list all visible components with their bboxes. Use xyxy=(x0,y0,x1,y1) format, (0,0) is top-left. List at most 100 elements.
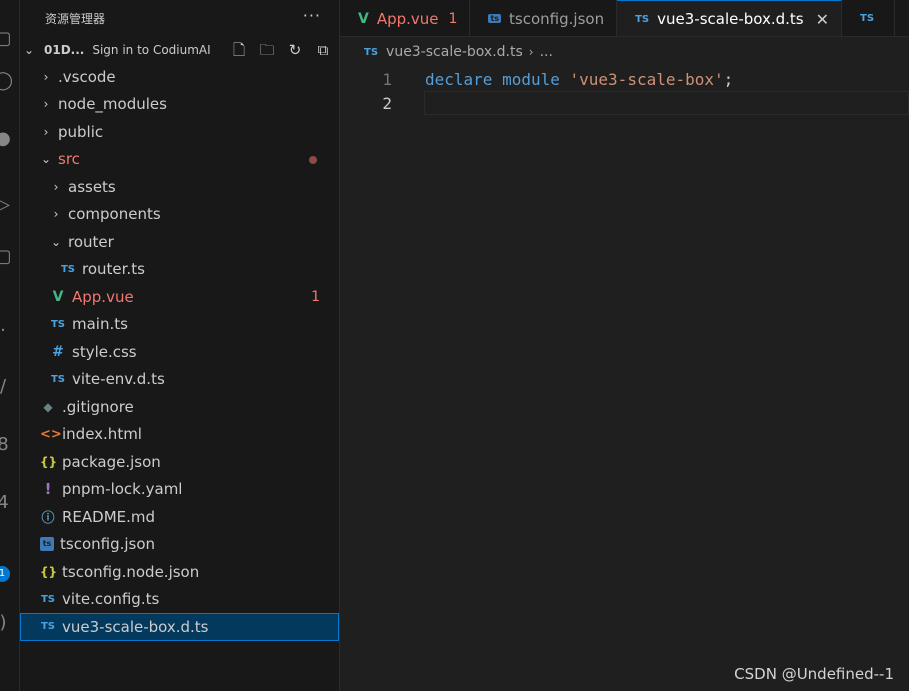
tree-item-label: tsconfig.json xyxy=(60,535,156,554)
tab-label: tsconfig.json xyxy=(509,9,605,28)
code-token: declare xyxy=(425,69,493,89)
tree-file[interactable]: {} tsconfig.node.json xyxy=(20,558,339,586)
tree-item-label: .vscode xyxy=(58,67,116,86)
tsconfig-file-icon: ts xyxy=(40,537,54,552)
chevron-down-icon: ⌄ xyxy=(40,152,52,167)
tree-file[interactable]: TS main.ts xyxy=(20,311,339,339)
activity-bar: ▢ ◯ ● ▷ ▢ · / 8 4 1 ) xyxy=(0,0,20,691)
editor-tab[interactable]: ts tsconfig.json xyxy=(470,0,618,36)
chevron-right-icon: › xyxy=(528,45,534,59)
line-number: 2 xyxy=(382,93,392,113)
code-line[interactable]: 2 xyxy=(340,91,909,115)
remote-explorer-icon[interactable]: / xyxy=(0,376,14,398)
tree-file[interactable]: ⓘ README.md xyxy=(20,503,339,531)
breadcrumb-file[interactable]: vue3-scale-box.d.ts xyxy=(386,44,523,60)
code-editor[interactable]: 1 declare module 'vue3-scale-box'; 2 xyxy=(340,67,909,115)
tree-item-label: vue3-scale-box.d.ts xyxy=(62,617,209,636)
code-token: 'vue3-scale-box' xyxy=(569,69,724,89)
tree-file[interactable]: <> index.html xyxy=(20,421,339,449)
project-root[interactable]: ⌄ 01D... Sign in to CodiumAI 🗋 🗀 ↻ ⧉ xyxy=(20,36,339,63)
search-icon[interactable]: ◯ xyxy=(0,70,14,92)
tree-folder[interactable]: ⌄ router xyxy=(20,228,339,256)
tree-file[interactable]: V App.vue 1 xyxy=(20,283,339,311)
chevron-down-icon: ⌄ xyxy=(24,42,35,57)
tree-file[interactable]: TS vue3-scale-box.d.ts xyxy=(20,613,339,641)
tab-label: vue3-scale-box.d.ts xyxy=(657,10,804,28)
json-file-icon: {} xyxy=(40,564,58,579)
tree-item-label: main.ts xyxy=(72,315,128,334)
chevron-right-icon: › xyxy=(43,69,49,84)
tree-item-label: vite-env.d.ts xyxy=(72,370,165,389)
tree-folder[interactable]: › public xyxy=(20,118,339,146)
breadcrumb: TS vue3-scale-box.d.ts › ... xyxy=(340,37,909,67)
typescript-file-icon: TS xyxy=(860,13,875,24)
tree-item-label: public xyxy=(58,122,104,141)
extensions-icon[interactable]: ▢ xyxy=(0,246,14,268)
notification-badge: 1 xyxy=(0,566,10,582)
editor-tab[interactable]: V App.vue 1 xyxy=(340,0,471,36)
code-line[interactable]: 1 declare module 'vue3-scale-box'; xyxy=(340,67,909,91)
editor-area: V App.vue 1 ts tsconfig.json TS vue3-scale-box… xyxy=(340,0,909,691)
explorer-header: 资源管理器 ··· xyxy=(20,0,339,36)
tree-file[interactable]: ! pnpm-lock.yaml xyxy=(20,476,339,504)
explorer-actions: 🗋 🗀 ↻ ⧉ xyxy=(229,40,333,60)
tree-file[interactable]: ts tsconfig.json xyxy=(20,531,339,559)
collapse-all-icon[interactable]: ⧉ xyxy=(313,40,333,60)
tree-folder[interactable]: ⌄ src xyxy=(20,146,339,174)
tree-item-label: tsconfig.node.json xyxy=(62,562,200,581)
tree-folder[interactable]: › assets xyxy=(20,173,339,201)
yaml-file-icon: ! xyxy=(44,480,52,499)
tree-file[interactable]: ◆ .gitignore xyxy=(20,393,339,421)
tree-item-label: node_modules xyxy=(58,95,167,114)
typescript-file-icon: TS xyxy=(635,13,650,25)
new-file-icon[interactable]: 🗋 xyxy=(229,40,249,60)
file-tree: › .vscode › node_modules › public ⌄ src › assets ›… xyxy=(20,63,339,641)
editor-tab[interactable]: TS vue3-scale-box.d.ts ✕ xyxy=(617,0,843,36)
source-control-icon[interactable]: ● xyxy=(0,128,14,150)
close-icon[interactable]: ✕ xyxy=(816,10,829,29)
tree-file[interactable]: TS vite.config.ts xyxy=(20,586,339,614)
typescript-file-icon: TS xyxy=(40,621,56,633)
tree-folder[interactable]: › .vscode xyxy=(20,63,339,91)
tree-item-label: index.html xyxy=(62,425,142,444)
explorer-title: 资源管理器 xyxy=(45,11,106,26)
tree-folder[interactable]: › node_modules xyxy=(20,91,339,119)
tree-file[interactable]: # style.css xyxy=(20,338,339,366)
explorer-icon[interactable]: ▢ xyxy=(0,28,14,50)
refresh-icon[interactable]: ↻ xyxy=(285,40,305,60)
typescript-file-icon: TS xyxy=(60,263,76,275)
json-file-icon: {} xyxy=(40,454,58,469)
tree-folder[interactable]: › components xyxy=(20,201,339,229)
new-folder-icon[interactable]: 🗀 xyxy=(257,40,277,60)
tsconfig-file-icon: ts xyxy=(488,14,502,23)
chevron-right-icon: › xyxy=(43,97,49,112)
testing-icon[interactable]: · xyxy=(0,320,14,342)
git-file-icon: ◆ xyxy=(43,399,53,414)
code-text: declare module 'vue3-scale-box'; xyxy=(425,70,733,89)
tree-file[interactable]: TS router.ts xyxy=(20,256,339,284)
tree-item-label: README.md xyxy=(62,507,156,526)
run-debug-icon[interactable]: ▷ xyxy=(0,194,14,216)
editor-tab[interactable]: TS xyxy=(842,0,896,36)
chevron-right-icon: › xyxy=(53,179,59,194)
codiumai-signin-link[interactable]: Sign in to CodiumAI xyxy=(92,43,210,57)
docker-icon[interactable]: 8 xyxy=(0,434,14,456)
ellipsis-icon[interactable]: ··· xyxy=(303,8,321,24)
code-token: ; xyxy=(723,69,734,89)
explorer-sidebar: 资源管理器 ··· ⌄ 01D... Sign in to CodiumAI 🗋… xyxy=(20,0,340,691)
account-icon[interactable]: ) xyxy=(0,612,14,634)
codium-icon[interactable]: 4 xyxy=(0,492,14,514)
editor-tabs: V App.vue 1 ts tsconfig.json TS vue3-scale-box… xyxy=(340,0,909,37)
tree-file[interactable]: {} package.json xyxy=(20,448,339,476)
tree-item-label: assets xyxy=(68,177,116,196)
tree-item-label: package.json xyxy=(62,452,161,471)
tree-file[interactable]: TS vite-env.d.ts xyxy=(20,366,339,394)
tree-item-label: components xyxy=(68,205,161,224)
vue-file-icon: V xyxy=(358,10,369,27)
breadcrumb-symbols[interactable]: ... xyxy=(540,44,553,60)
code-token: module xyxy=(502,69,560,89)
tree-item-label: src xyxy=(58,150,80,169)
modified-dot xyxy=(309,155,317,164)
